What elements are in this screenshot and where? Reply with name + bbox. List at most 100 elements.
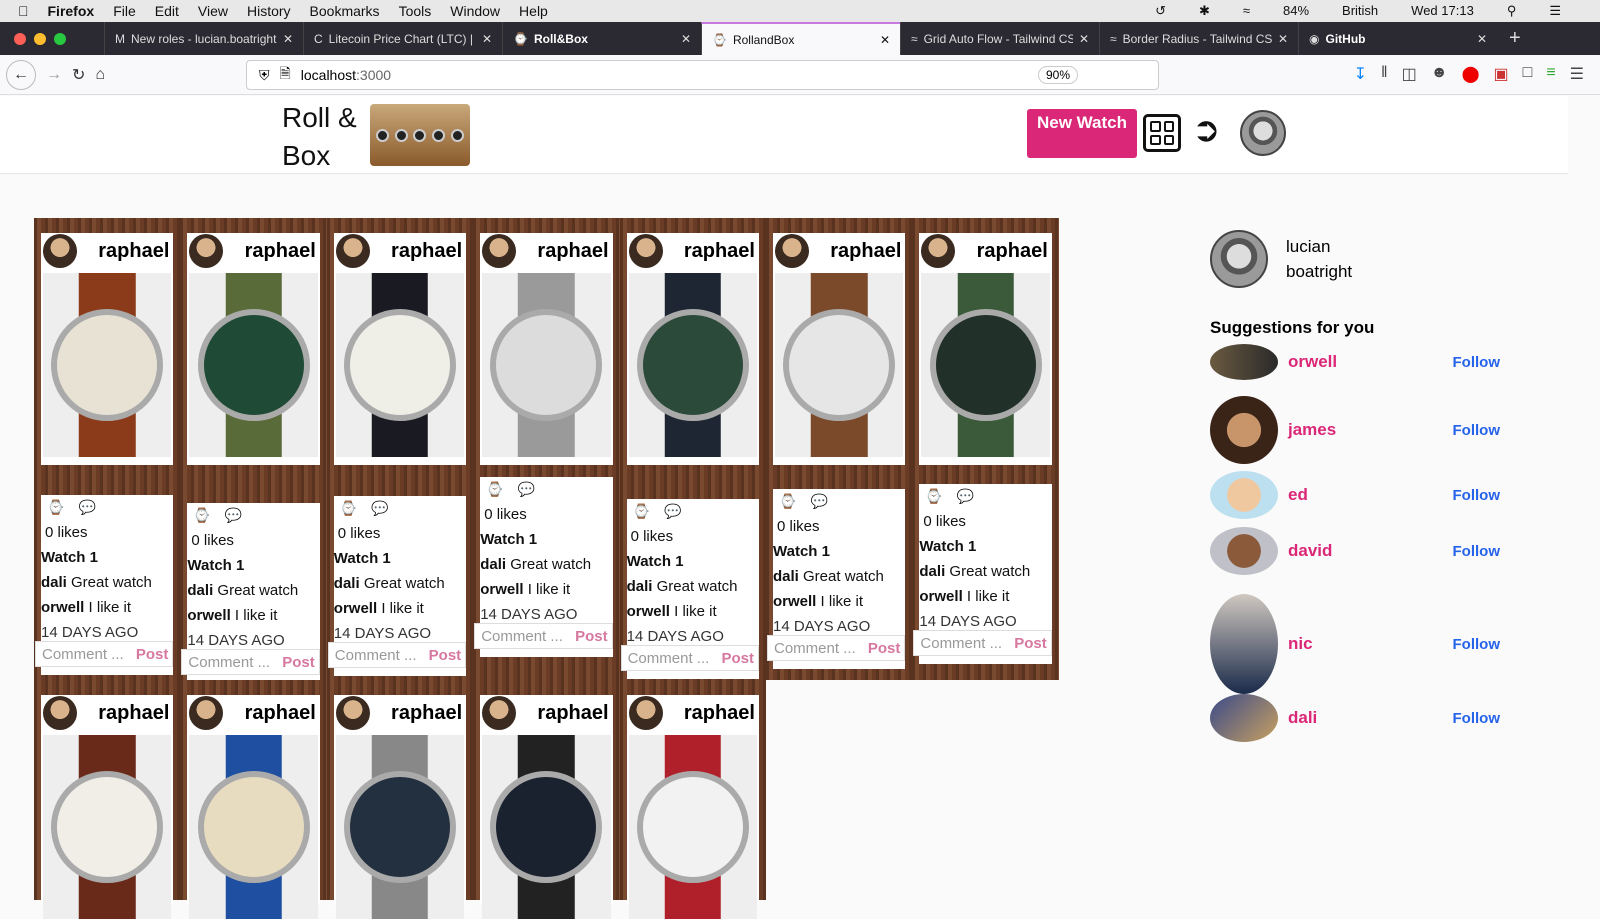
post-user-avatar[interactable] <box>628 696 663 730</box>
back-button[interactable]: ← <box>6 59 36 90</box>
suggestion-name[interactable]: orwell <box>1288 352 1337 372</box>
library-icon[interactable]: ‖ <box>1381 64 1388 84</box>
adblock-icon[interactable]: ⬤ <box>1462 64 1480 84</box>
comment-icon[interactable]: 💬 <box>371 500 388 517</box>
comment-input[interactable]: Comment ... <box>36 646 136 663</box>
comment-icon[interactable]: 💬 <box>225 507 242 524</box>
follow-button[interactable]: Follow <box>1453 487 1501 504</box>
comment-user[interactable]: dali <box>187 582 213 599</box>
sidebar-icon[interactable]: ◫ <box>1402 64 1417 84</box>
post-user-avatar[interactable] <box>335 234 370 268</box>
post-username[interactable]: raphael <box>245 702 316 725</box>
comment-input[interactable]: Comment ... <box>475 628 575 645</box>
battery-percent[interactable]: 84% <box>1283 3 1309 19</box>
home-button[interactable]: ⌂ <box>95 66 105 84</box>
wifi-icon[interactable]: ≈ <box>1243 3 1250 19</box>
notification-center-icon[interactable]: ☰ <box>1549 3 1561 19</box>
post-username[interactable]: raphael <box>684 702 755 725</box>
watch-like-icon[interactable]: ⌚ <box>633 503 650 520</box>
account-icon[interactable]: ☻ <box>1431 64 1448 84</box>
comment-user[interactable]: dali <box>919 563 945 580</box>
watch-photo[interactable] <box>482 735 611 919</box>
post-username[interactable]: raphael <box>391 240 462 263</box>
logo-image[interactable] <box>370 104 470 166</box>
comment-user[interactable]: dali <box>480 556 506 573</box>
suggestion-name[interactable]: dali <box>1288 708 1317 728</box>
comment-user[interactable]: dali <box>627 578 653 595</box>
comment-input[interactable]: Comment ... <box>768 640 868 657</box>
menu-view[interactable]: View <box>198 3 228 19</box>
current-user-avatar[interactable] <box>1210 230 1268 288</box>
minimize-window-button[interactable] <box>34 32 46 45</box>
zoom-level[interactable]: 90% <box>1037 66 1078 84</box>
watch-photo[interactable] <box>189 273 318 457</box>
suggestion-avatar[interactable] <box>1210 344 1278 380</box>
tab-close-icon[interactable]: ✕ <box>1477 32 1487 46</box>
watch-like-icon[interactable]: ⌚ <box>925 488 942 505</box>
tab-close-icon[interactable]: ✕ <box>283 32 293 46</box>
menu-window[interactable]: Window <box>450 3 500 19</box>
suggestion-name[interactable]: ed <box>1288 485 1308 505</box>
tab-0[interactable]: M New roles - lucian.boatright ✕ <box>104 22 303 55</box>
tab-close-icon[interactable]: ✕ <box>681 32 691 46</box>
menu-tools[interactable]: Tools <box>399 3 432 19</box>
tab-4[interactable]: ≈ Grid Auto Flow - Tailwind CSS ✕ <box>900 22 1099 55</box>
comment-user[interactable]: dali <box>773 568 799 585</box>
menu-edit[interactable]: Edit <box>155 3 179 19</box>
post-user-avatar[interactable] <box>628 234 663 268</box>
comment-input[interactable]: Comment ... <box>914 635 1014 652</box>
post-user-avatar[interactable] <box>43 696 77 730</box>
comment-user[interactable]: dali <box>334 575 360 592</box>
container-icon[interactable]: □ <box>1523 64 1533 84</box>
post-username[interactable]: raphael <box>977 240 1048 263</box>
tab-close-icon[interactable]: ✕ <box>880 33 890 47</box>
post-comment-button[interactable]: Post <box>575 628 612 645</box>
post-username[interactable]: raphael <box>684 240 755 263</box>
comment-icon[interactable]: 💬 <box>810 493 827 510</box>
suggestion-name[interactable]: david <box>1288 541 1332 561</box>
watch-photo[interactable] <box>628 735 757 919</box>
post-comment-button[interactable]: Post <box>136 646 173 663</box>
post-comment-button[interactable]: Post <box>868 640 905 657</box>
watch-photo[interactable] <box>482 273 611 457</box>
clock[interactable]: Wed 17:13 <box>1411 3 1474 19</box>
post-username[interactable]: raphael <box>98 702 169 725</box>
grid-view-icon[interactable] <box>1143 114 1181 152</box>
bluetooth-icon[interactable]: ✱ <box>1199 3 1210 19</box>
post-comment-button[interactable]: Post <box>282 654 319 671</box>
comment-input[interactable]: Comment ... <box>182 654 282 671</box>
zoom-window-button[interactable] <box>54 32 66 45</box>
follow-button[interactable]: Follow <box>1453 636 1501 653</box>
menu-bookmarks[interactable]: Bookmarks <box>310 3 380 19</box>
download-icon[interactable]: ↧ <box>1354 64 1367 84</box>
suggestion-name[interactable]: james <box>1288 420 1336 440</box>
post-username[interactable]: raphael <box>537 702 608 725</box>
time-machine-icon[interactable]: ↺ <box>1155 3 1166 19</box>
post-username[interactable]: raphael <box>245 240 316 263</box>
follow-button[interactable]: Follow <box>1453 710 1501 727</box>
watch-photo[interactable] <box>335 273 465 457</box>
post-comment-button[interactable]: Post <box>1014 635 1051 652</box>
user-avatar[interactable] <box>1240 110 1286 156</box>
suggestion-name[interactable]: nic <box>1288 634 1313 654</box>
post-user-avatar[interactable] <box>43 234 77 268</box>
watch-photo[interactable] <box>775 273 904 457</box>
comment-icon[interactable]: 💬 <box>664 503 681 520</box>
comment-user[interactable]: orwell <box>480 581 523 598</box>
watch-photo[interactable] <box>628 273 757 457</box>
post-user-avatar[interactable] <box>482 696 517 730</box>
post-comment-button[interactable]: Post <box>721 650 758 667</box>
watch-like-icon[interactable]: ⌚ <box>779 493 796 510</box>
menu-help[interactable]: Help <box>519 3 548 19</box>
watch-photo[interactable] <box>43 273 172 457</box>
comment-icon[interactable]: 💬 <box>518 481 535 498</box>
comment-input[interactable]: Comment ... <box>329 647 429 664</box>
post-comment-button[interactable]: Post <box>429 647 466 664</box>
comment-icon[interactable]: 💬 <box>957 488 974 505</box>
comment-user[interactable]: orwell <box>41 599 84 616</box>
logo-text[interactable]: Roll & Box <box>282 99 357 175</box>
comment-user[interactable]: dali <box>41 574 67 591</box>
comment-user[interactable]: orwell <box>919 588 962 605</box>
new-tab-button[interactable]: + <box>1497 27 1533 50</box>
shield-icon[interactable]: ⛨ <box>259 67 270 84</box>
